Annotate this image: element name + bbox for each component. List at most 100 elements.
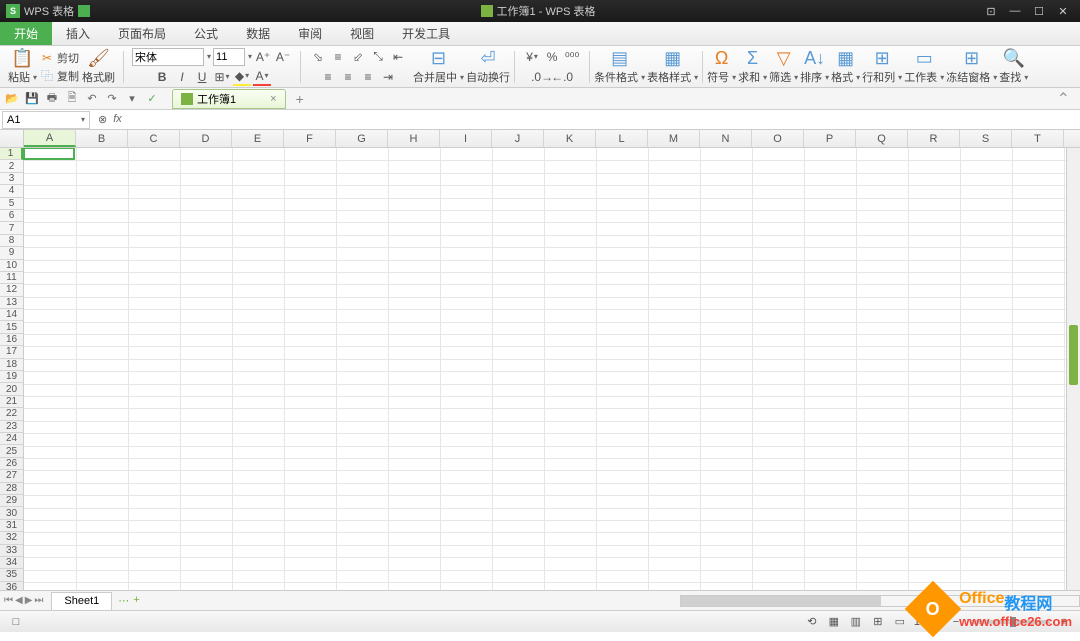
col-header-K[interactable]: K (544, 130, 596, 147)
col-header-M[interactable]: M (648, 130, 700, 147)
format-button[interactable]: ▦格式▾ (831, 48, 860, 85)
titlebar-dropdown[interactable] (78, 5, 90, 17)
row-header-26[interactable]: 26 (0, 458, 23, 470)
open-icon[interactable]: 📂 (4, 91, 20, 107)
save-icon[interactable]: 💾 (24, 91, 40, 107)
row-header-9[interactable]: 9 (0, 247, 23, 259)
decrease-font-icon[interactable]: A⁻ (274, 48, 292, 66)
align-left-icon[interactable]: ≡ (319, 68, 337, 86)
check-icon[interactable]: ✓ (144, 91, 160, 107)
comma-button[interactable]: ⁰⁰⁰ (563, 48, 581, 66)
merge-center-button[interactable]: ⊟ 合并居中▾ (413, 48, 464, 85)
window-close-icon[interactable]: ✕ (1052, 3, 1074, 19)
col-header-T[interactable]: T (1012, 130, 1064, 147)
menu-数据[interactable]: 数据 (232, 22, 284, 45)
increase-font-icon[interactable]: A⁺ (254, 48, 272, 66)
customize-qat-icon[interactable]: ▾ (124, 91, 140, 107)
row-header-28[interactable]: 28 (0, 483, 23, 495)
row-header-11[interactable]: 11 (0, 272, 23, 284)
cond-format-button[interactable]: ▤ 条件格式▾ (594, 48, 645, 85)
find-button[interactable]: 🔍查找▾ (999, 48, 1028, 85)
horizontal-scrollbar-thumb[interactable] (681, 596, 881, 606)
col-header-O[interactable]: O (752, 130, 804, 147)
font-name-select[interactable] (132, 48, 204, 66)
col-header-H[interactable]: H (388, 130, 440, 147)
fx-icon[interactable]: fx (113, 113, 122, 126)
row-header-25[interactable]: 25 (0, 445, 23, 457)
col-header-E[interactable]: E (232, 130, 284, 147)
freeze-button[interactable]: ⊞冻结窗格▾ (946, 48, 997, 85)
status-icon[interactable]: □ (8, 614, 24, 630)
row-header-22[interactable]: 22 (0, 408, 23, 420)
bold-button[interactable]: B (153, 68, 171, 86)
align-center-icon[interactable]: ≡ (339, 68, 357, 86)
window-restore-icon[interactable]: ⊡ (980, 3, 1002, 19)
row-header-4[interactable]: 4 (0, 185, 23, 197)
sheet-tab[interactable]: Sheet1 (51, 592, 112, 610)
cancel-formula-icon[interactable]: ⊗ (98, 113, 107, 126)
row-header-10[interactable]: 10 (0, 260, 23, 272)
menu-视图[interactable]: 视图 (336, 22, 388, 45)
row-header-1[interactable]: 1 (0, 148, 23, 160)
row-header-31[interactable]: 31 (0, 520, 23, 532)
align-right-icon[interactable]: ≡ (359, 68, 377, 86)
col-header-C[interactable]: C (128, 130, 180, 147)
row-header-15[interactable]: 15 (0, 321, 23, 333)
row-header-14[interactable]: 14 (0, 309, 23, 321)
menu-公式[interactable]: 公式 (180, 22, 232, 45)
col-header-D[interactable]: D (180, 130, 232, 147)
row-header-2[interactable]: 2 (0, 160, 23, 172)
vertical-scrollbar-thumb[interactable] (1069, 325, 1078, 385)
row-header-24[interactable]: 24 (0, 433, 23, 445)
underline-button[interactable]: U (193, 68, 211, 86)
col-header-P[interactable]: P (804, 130, 856, 147)
worksheet-button[interactable]: ▭工作表▾ (904, 48, 944, 85)
collapse-ribbon-icon[interactable]: ⌃ (1057, 89, 1076, 109)
row-header-29[interactable]: 29 (0, 495, 23, 507)
row-header-21[interactable]: 21 (0, 396, 23, 408)
menu-开始[interactable]: 开始 (0, 22, 52, 45)
menu-插入[interactable]: 插入 (52, 22, 104, 45)
currency-button[interactable]: ¥▾ (523, 48, 541, 66)
row-header-18[interactable]: 18 (0, 359, 23, 371)
col-header-N[interactable]: N (700, 130, 752, 147)
row-header-8[interactable]: 8 (0, 235, 23, 247)
row-header-13[interactable]: 13 (0, 297, 23, 309)
name-box-dropdown-icon[interactable]: ▾ (81, 115, 85, 124)
col-header-J[interactable]: J (492, 130, 544, 147)
paste-button[interactable]: 📋 粘贴▾ (8, 48, 37, 85)
format-painter-button[interactable]: 🖌 格式刷 (82, 48, 115, 85)
percent-button[interactable]: % (543, 48, 561, 66)
col-header-B[interactable]: B (76, 130, 128, 147)
auto-wrap-button[interactable]: ⏎ 自动换行 (466, 48, 510, 85)
row-header-35[interactable]: 35 (0, 569, 23, 581)
row-header-33[interactable]: 33 (0, 545, 23, 557)
decrease-decimal-icon[interactable]: ←.0 (553, 68, 571, 86)
filter-button[interactable]: ▽筛选▾ (769, 48, 798, 85)
sort-button[interactable]: A↓排序▾ (800, 48, 829, 85)
row-header-36[interactable]: 36 (0, 582, 23, 590)
row-header-3[interactable]: 3 (0, 173, 23, 185)
row-header-23[interactable]: 23 (0, 421, 23, 433)
font-size-select[interactable] (213, 48, 245, 66)
window-maximize-icon[interactable]: ☐ (1028, 3, 1050, 19)
row-header-19[interactable]: 19 (0, 371, 23, 383)
indent-decrease-icon[interactable]: ⇤ (389, 48, 407, 66)
view-reading-icon[interactable]: ▭ (892, 614, 908, 630)
row-header-12[interactable]: 12 (0, 284, 23, 296)
row-header-20[interactable]: 20 (0, 383, 23, 395)
border-button[interactable]: ⊞▾ (213, 68, 231, 86)
view-break-icon[interactable]: ⊞ (870, 614, 886, 630)
copy-button[interactable]: ⿻复制 (40, 68, 79, 84)
col-header-Q[interactable]: Q (856, 130, 908, 147)
row-header-6[interactable]: 6 (0, 210, 23, 222)
file-tab[interactable]: 工作簿1 × (172, 89, 286, 109)
undo-icon[interactable]: ↶ (84, 91, 100, 107)
align-top-icon[interactable]: ⬂ (309, 48, 327, 66)
align-bottom-icon[interactable]: ⬃ (349, 48, 367, 66)
view-sync-icon[interactable]: ⟲ (804, 614, 820, 630)
name-box[interactable]: A1 ▾ (2, 111, 90, 129)
menu-页面布局[interactable]: 页面布局 (104, 22, 180, 45)
add-sheet-icon[interactable]: + (133, 594, 139, 607)
redo-icon[interactable]: ↷ (104, 91, 120, 107)
